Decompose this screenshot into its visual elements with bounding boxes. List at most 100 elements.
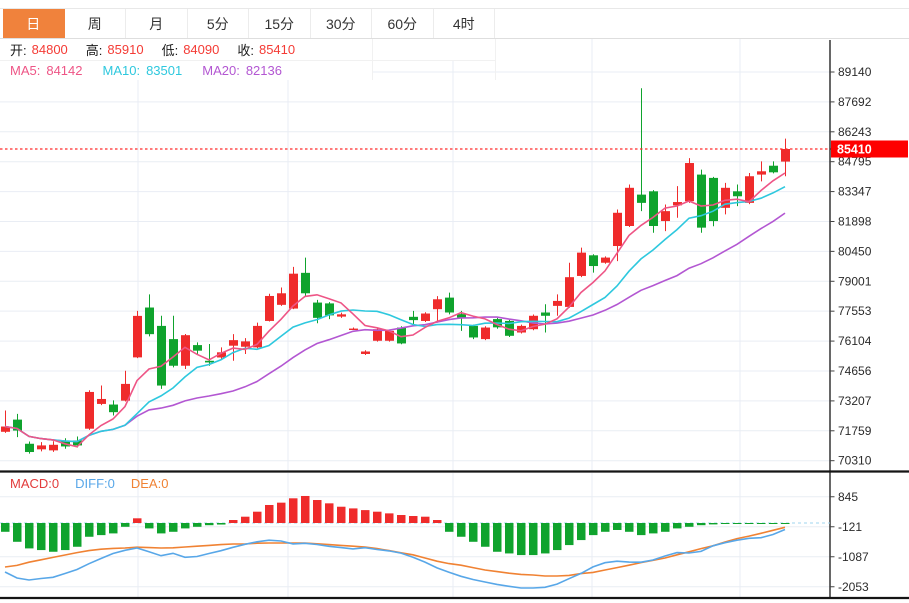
- tab-15min[interactable]: 15分: [249, 9, 311, 38]
- tab-day[interactable]: 日: [3, 9, 65, 38]
- macd-bar: [589, 523, 598, 535]
- macd-bar: [61, 523, 70, 550]
- price-axis-label: 77553: [838, 304, 872, 318]
- macd-bar: [289, 498, 298, 523]
- diff-value: 0: [108, 476, 115, 491]
- macd-bar: [157, 523, 166, 533]
- macd-bar: [661, 523, 670, 532]
- macd-bar: [181, 523, 190, 528]
- macd-bar: [49, 523, 58, 552]
- candle-body: [553, 301, 562, 306]
- price-axis-label: 70310: [838, 454, 872, 468]
- price-axis-label: 89140: [838, 65, 872, 79]
- price-axis-label: 74656: [838, 364, 872, 378]
- macd-label: MACD:: [10, 476, 52, 491]
- candle-body: [757, 171, 766, 174]
- candle-body: [637, 195, 646, 203]
- macd-bar: [517, 523, 526, 555]
- header-divider-2: [495, 39, 496, 80]
- macd-bar: [205, 523, 214, 525]
- ohlc-legend: 开: 84800 高: 85910 低: 84090 收: 85410: [0, 39, 495, 61]
- macd-bar: [37, 523, 46, 550]
- candle-body: [577, 253, 586, 276]
- ma5-value: 84142: [46, 63, 82, 78]
- macd-bar: [469, 523, 478, 542]
- macd-bar: [193, 523, 202, 527]
- candle-body: [157, 326, 166, 386]
- candle-body: [277, 293, 286, 305]
- price-axis-label: 79001: [838, 274, 872, 288]
- tab-60min[interactable]: 60分: [372, 9, 434, 38]
- candle-body: [733, 191, 742, 196]
- macd-bar: [613, 523, 622, 530]
- tab-30min[interactable]: 30分: [311, 9, 373, 38]
- macd-axis-label: -121: [838, 520, 862, 534]
- macd-bar: [433, 520, 442, 523]
- candle-body: [349, 329, 358, 330]
- header-divider-1: [372, 39, 373, 80]
- candle-body: [469, 326, 478, 338]
- ma10-line: [5, 187, 785, 442]
- period-tab-bar: 日 周 月 5分 15分 30分 60分 4时: [0, 8, 909, 39]
- macd-bar: [325, 503, 334, 523]
- macd-bar: [265, 505, 274, 523]
- macd-bar: [373, 512, 382, 523]
- macd-bar: [337, 507, 346, 523]
- tab-week[interactable]: 周: [65, 9, 127, 38]
- macd-bar: [385, 513, 394, 523]
- macd-bar: [709, 523, 718, 524]
- diff-line: [5, 530, 785, 589]
- macd-bar: [493, 523, 502, 552]
- candle-body: [229, 340, 238, 346]
- macd-bar: [241, 517, 250, 523]
- macd-bar: [25, 523, 34, 548]
- macd-bar: [685, 523, 694, 527]
- macd-bar: [565, 523, 574, 545]
- price-axis-label: 80450: [838, 244, 872, 258]
- ma10-label: MA10:: [103, 63, 141, 78]
- macd-bar: [541, 523, 550, 553]
- close-value: 85410: [259, 42, 295, 57]
- macd-bar: [625, 523, 634, 532]
- price-axis-label: 76104: [838, 334, 872, 348]
- candle-body: [49, 445, 58, 451]
- price-axis-label: 86243: [838, 125, 872, 139]
- ma10-value: 83501: [146, 63, 182, 78]
- candle-body: [625, 188, 634, 226]
- candle-body: [337, 314, 346, 316]
- kline-app-window: 8914087692862438479583347818988045079001…: [0, 0, 909, 603]
- tab-4hour[interactable]: 4时: [434, 9, 496, 38]
- close-label: 收:: [237, 40, 254, 59]
- macd-bar: [601, 523, 610, 532]
- candle-body: [781, 149, 790, 162]
- candle-body: [109, 405, 118, 413]
- candle-body: [97, 399, 106, 404]
- macd-bar: [313, 500, 322, 523]
- high-value: 85910: [107, 42, 143, 57]
- macd-bar: [109, 523, 118, 533]
- candle-body: [541, 312, 550, 315]
- price-axis-label: 71759: [838, 424, 872, 438]
- macd-bar: [421, 517, 430, 523]
- macd-bar: [505, 523, 514, 553]
- tab-month[interactable]: 月: [126, 9, 188, 38]
- macd-axis-label: -2053: [838, 580, 869, 594]
- macd-bar: [577, 523, 586, 540]
- price-axis-label: 83347: [838, 185, 872, 199]
- macd-bar: [1, 523, 10, 532]
- ma20-value: 82136: [246, 63, 282, 78]
- candle-body: [193, 345, 202, 351]
- macd-bar: [121, 523, 130, 527]
- dea-value: 0: [161, 476, 168, 491]
- candle-body: [313, 303, 322, 318]
- open-value: 84800: [32, 42, 68, 57]
- macd-bar: [145, 523, 154, 528]
- candle-body: [661, 211, 670, 221]
- macd-bar: [529, 523, 538, 555]
- tab-5min[interactable]: 5分: [188, 9, 250, 38]
- candle-body: [85, 392, 94, 429]
- macd-bar: [397, 515, 406, 523]
- kline-chart[interactable]: 8914087692862438479583347818988045079001…: [0, 0, 909, 603]
- macd-bar: [757, 523, 766, 524]
- macd-bar: [277, 503, 286, 523]
